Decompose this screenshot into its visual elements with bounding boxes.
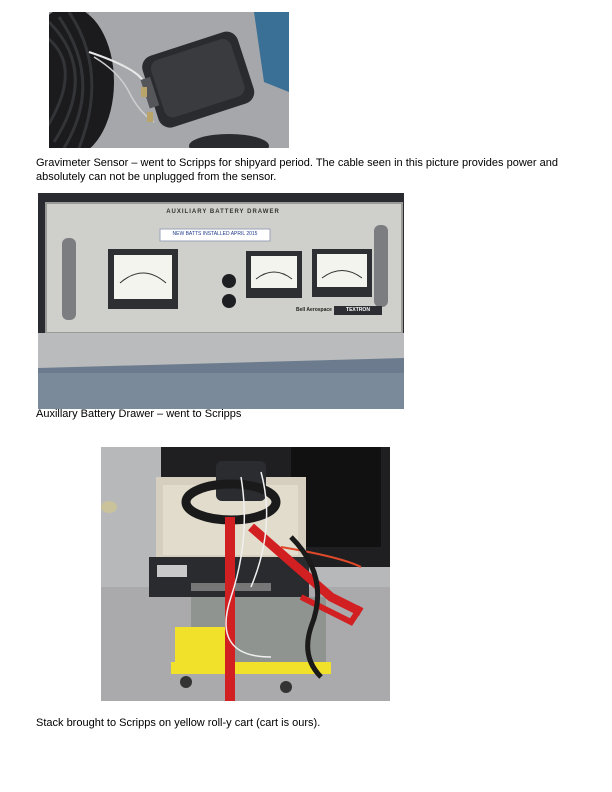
brand-label: Bell Aerospace (296, 307, 332, 313)
gravimeter-caption: Gravimeter Sensor – went to Scripps for … (36, 157, 558, 183)
battery-drawer-caption: Auxillary Battery Drawer – went to Scrip… (36, 408, 242, 420)
battery-drawer-title: AUXILIARY BATTERY DRAWER (166, 209, 280, 215)
battery-sticker: NEW BATTS INSTALLED APRIL 2015 (172, 231, 258, 237)
stack-caption: Stack brought to Scripps on yellow roll-… (36, 717, 321, 729)
stack-cart-photo (101, 447, 390, 701)
battery-drawer-photo: AUXILIARY BATTERY DRAWER NEW BATTS INSTA… (38, 193, 404, 409)
gravimeter-sensor-photo (49, 12, 289, 148)
brand-box-label: TEXTRON (346, 307, 370, 313)
